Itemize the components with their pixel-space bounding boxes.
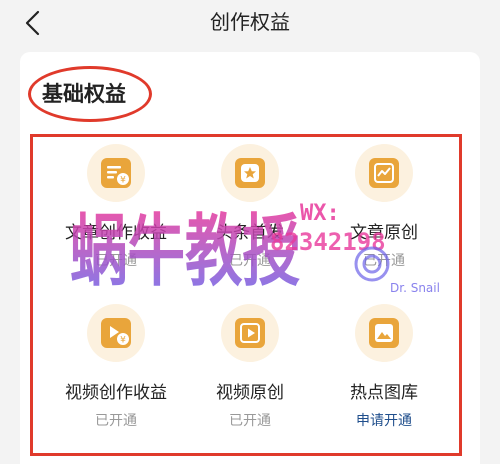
chevron-left-icon [25,10,40,36]
back-button[interactable] [18,8,48,38]
benefit-status: 已开通 [229,413,271,429]
page: 创作权益 基础权益 ¥ 文章创作收益 已开通 头条首发 已开通 文章原创 已开通… [0,0,500,464]
benefit-label: 视频原创 [216,383,284,403]
benefit-status: 已开通 [95,413,137,429]
benefit-item-video-income[interactable]: ¥ 视频创作收益 已开通 [46,304,186,444]
video-income-icon: ¥ [110,326,129,346]
benefit-item-headline-first[interactable]: 头条首发 已开通 [180,144,320,284]
benefits-card: 基础权益 ¥ 文章创作收益 已开通 头条首发 已开通 文章原创 已开通 ¥ 视频… [20,52,480,464]
header: 创作权益 [0,0,500,46]
benefit-label: 视频创作收益 [65,383,167,403]
chart-icon [374,163,394,183]
benefit-item-article-original[interactable]: 文章原创 已开通 [314,144,454,284]
article-income-icon: ¥ [107,166,129,186]
page-title: 创作权益 [210,10,290,34]
play-icon [240,323,260,343]
svg-text:¥: ¥ [120,176,126,186]
icon-circle: ¥ [87,304,145,362]
benefit-item-video-original[interactable]: 视频原创 已开通 [180,304,320,444]
benefit-label: 文章原创 [350,223,418,243]
icon-circle [355,144,413,202]
svg-text:¥: ¥ [120,336,126,346]
benefit-status: 已开通 [95,253,137,269]
benefit-label: 热点图库 [350,383,418,403]
benefit-item-article-income[interactable]: ¥ 文章创作收益 已开通 [46,144,186,284]
icon-circle: ¥ [87,144,145,202]
benefit-label: 头条首发 [216,223,284,243]
benefit-item-hot-gallery[interactable]: 热点图库 申请开通 [314,304,454,444]
icon-circle [221,144,279,202]
icon-circle [221,304,279,362]
benefit-label: 文章创作收益 [65,223,167,243]
benefit-status: 已开通 [363,253,405,269]
star-icon [241,164,259,182]
icon-circle [355,304,413,362]
benefit-status: 已开通 [229,253,271,269]
section-title: 基础权益 [42,82,126,106]
image-icon [375,324,393,342]
apply-link[interactable]: 申请开通 [314,410,454,430]
